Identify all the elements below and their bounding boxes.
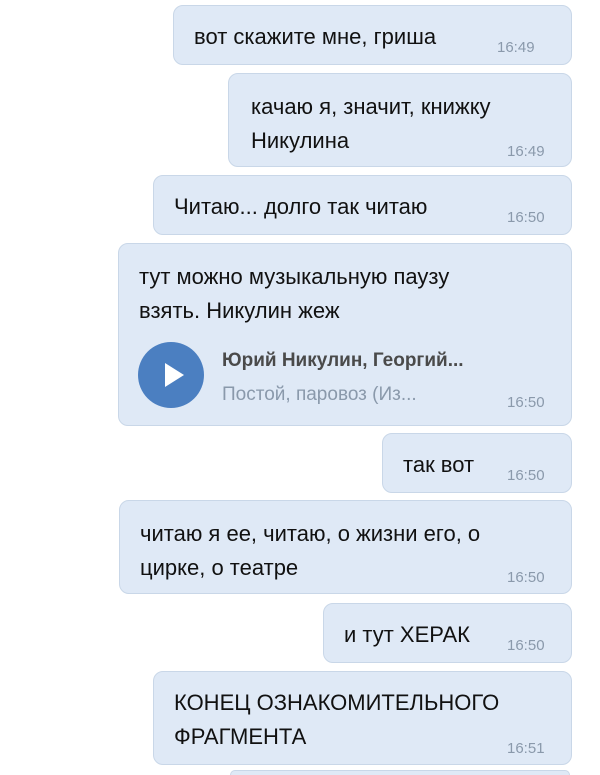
message-time: 16:50 [507,637,545,654]
message-text: и тут ХЕРАК [344,622,470,647]
message-text-line: тут можно музыкальную паузу [139,264,450,289]
message-time: 16:51 [507,740,545,757]
audio-track-subtitle: Постой, паровоз (Из... [222,384,417,405]
message-text: так вот [403,452,475,477]
message-time: 16:50 [507,394,545,411]
audio-track-title[interactable]: Юрий Никулин, Георгий... [222,350,464,372]
message-bubble[interactable]: так вот 16:50 [382,433,572,493]
audio-play-button[interactable] [138,342,204,408]
message-time: 16:50 [507,569,545,586]
next-message-bubble-edge [230,770,570,775]
message-text-line: ФРАГМЕНТА [174,724,307,749]
message-text-line: КОНЕЦ ОЗНАКОМИТЕЛЬНОГО [174,690,500,715]
message-bubble[interactable]: читаю я ее, читаю, о жизни его, о цирке,… [119,500,572,594]
message-time: 16:50 [507,467,545,484]
message-text-line: качаю я, значит, книжку [251,94,491,119]
message-bubble[interactable]: вот скажите мне, гриша 16:49 [173,5,572,65]
message-bubble[interactable]: и тут ХЕРАК 16:50 [323,603,572,663]
chat-message-list[interactable]: вот скажите мне, гриша 16:49 качаю я, зн… [0,0,600,775]
message-text-line: цирке, о театре [140,555,299,580]
message-text: вот скажите мне, гриша [194,24,437,49]
message-time: 16:50 [507,209,545,226]
message-text-line: взять. Никулин жеж [139,298,340,323]
message-text-line: Никулина [251,128,350,153]
message-bubble[interactable]: Читаю... долго так читаю 16:50 [153,175,572,235]
message-time: 16:49 [497,39,535,56]
message-bubble[interactable]: КОНЕЦ ОЗНАКОМИТЕЛЬНОГО ФРАГМЕНТА 16:51 [153,671,572,765]
play-icon [165,363,184,387]
message-bubble[interactable]: тут можно музыкальную паузу взять. Никул… [118,243,572,426]
message-text-line: читаю я ее, читаю, о жизни его, о [140,521,481,546]
message-time: 16:49 [507,143,545,160]
message-bubble[interactable]: качаю я, значит, книжку Никулина 16:49 [228,73,572,167]
message-text: Читаю... долго так читаю [174,194,428,219]
